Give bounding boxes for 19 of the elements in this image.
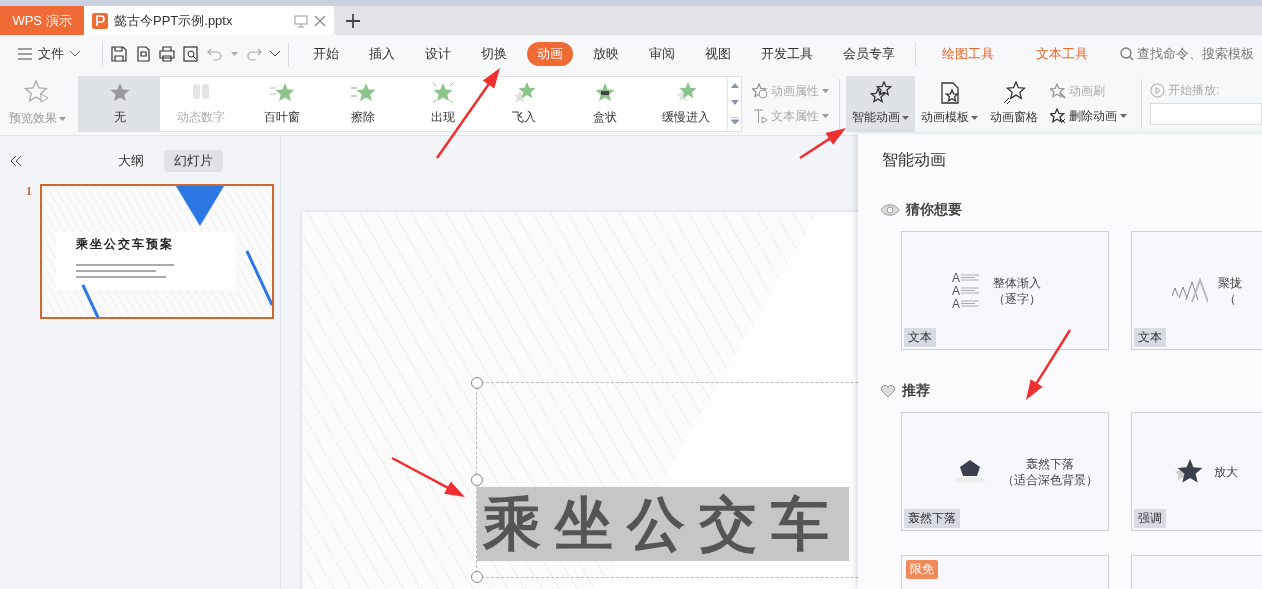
card-caption: 放大: [1214, 463, 1238, 480]
card-caption: 整体渐入 （逐字）: [993, 274, 1041, 307]
category-tag: 文本: [1134, 328, 1166, 347]
letter-glyph: A: [952, 284, 960, 297]
card-caption: 聚拢 （: [1218, 274, 1242, 307]
category-tag: 强调: [1134, 509, 1166, 528]
letter-glyph: A: [952, 271, 960, 284]
section-heading: 推荐: [902, 382, 930, 400]
letter-glyph: A: [952, 297, 960, 310]
slide-title: 乘坐公交车: [477, 487, 849, 561]
free-badge: 限免: [906, 560, 938, 579]
slide-number: 1: [26, 184, 32, 200]
section-heading: 猜你想要: [906, 201, 962, 219]
panel-title: 智能动画: [882, 150, 947, 170]
category-tag: 轰然下落: [904, 509, 960, 528]
card-caption: 轰然下落 （适合深色背景）: [1002, 455, 1098, 488]
category-tag: 文本: [904, 328, 936, 347]
document-title: 懿古今PPT示例.pptx: [114, 11, 234, 30]
playback-label: 开始播放:: [1150, 82, 1262, 99]
